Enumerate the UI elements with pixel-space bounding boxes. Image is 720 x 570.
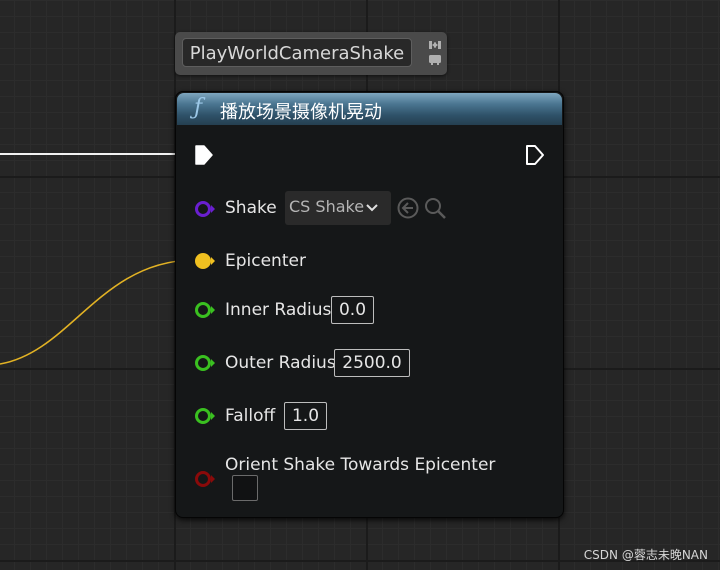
shake-dropdown-value: CS Shake xyxy=(289,197,365,216)
shake-pin[interactable] xyxy=(194,199,218,219)
inner-radius-input[interactable]: 0.0 xyxy=(331,296,374,324)
epicenter-pin[interactable] xyxy=(194,251,218,271)
epicenter-wire xyxy=(0,259,193,365)
shake-class-dropdown[interactable]: CS Shake xyxy=(285,191,391,225)
orient-shake-pin[interactable] xyxy=(194,469,218,489)
shake-label: Shake xyxy=(225,198,277,218)
tooltip-label: PlayWorldCameraShake xyxy=(182,38,412,67)
exec-out-pin[interactable] xyxy=(525,144,547,166)
inner-radius-pin[interactable] xyxy=(194,300,218,320)
blueprint-node[interactable]: ƒ 播放场景摄像机晃动 Shake CS Shake Epicenter Inn… xyxy=(175,91,564,518)
browse-asset-search-icon[interactable] xyxy=(423,196,447,220)
node-title: 播放场景摄像机晃动 xyxy=(220,102,382,123)
chevron-down-icon xyxy=(366,204,378,212)
orient-shake-checkbox[interactable] xyxy=(232,475,258,501)
node-tooltip: PlayWorldCameraShake xyxy=(175,32,447,75)
outer-radius-pin[interactable] xyxy=(194,353,218,373)
breakpoint-icon[interactable] xyxy=(429,41,441,49)
function-icon: ƒ xyxy=(194,95,203,120)
epicenter-label: Epicenter xyxy=(225,251,306,271)
orient-shake-label: Orient Shake Towards Epicenter xyxy=(225,455,496,475)
exec-in-pin[interactable] xyxy=(194,144,216,166)
node-settings-icon[interactable] xyxy=(429,55,441,65)
falloff-label: Falloff xyxy=(225,406,276,426)
watermark: CSDN @蓉志未晚NAN xyxy=(583,548,708,562)
node-header[interactable]: ƒ 播放场景摄像机晃动 xyxy=(177,93,562,125)
outer-radius-label: Outer Radius xyxy=(225,353,336,373)
inner-radius-label: Inner Radius xyxy=(225,300,332,320)
outer-radius-input[interactable]: 2500.0 xyxy=(334,349,410,377)
falloff-pin[interactable] xyxy=(194,406,218,426)
falloff-input[interactable]: 1.0 xyxy=(284,402,327,430)
use-selected-asset-icon[interactable] xyxy=(396,196,420,220)
tooltip-icons xyxy=(427,39,443,67)
